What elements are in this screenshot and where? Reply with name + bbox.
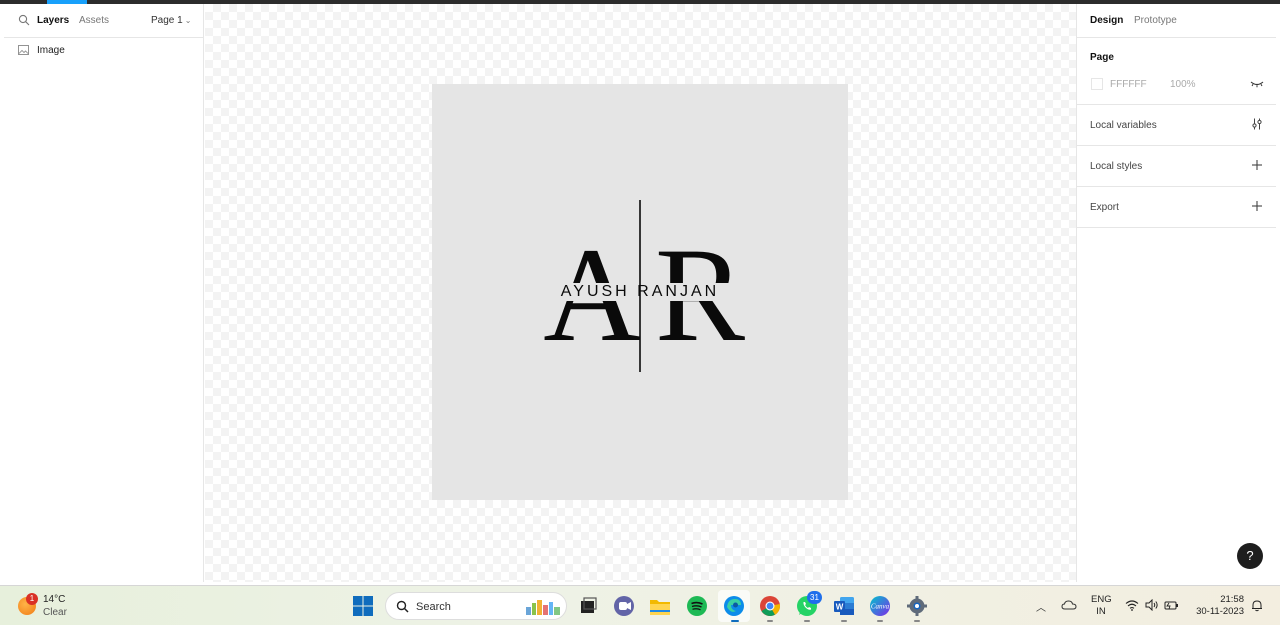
weather-badge: 1	[26, 593, 38, 605]
tab-prototype[interactable]: Prototype	[1134, 15, 1177, 26]
search-icon[interactable]	[18, 14, 30, 26]
weather-widget[interactable]: 1 14°C Clear	[16, 591, 86, 621]
layer-row-image[interactable]: Image	[4, 43, 203, 61]
taskbar-search[interactable]: Search	[385, 592, 567, 620]
weather-condition: Clear	[43, 607, 67, 618]
design-panel: Design Prototype Page FFFFFF 100% Local …	[1076, 4, 1276, 582]
page-color-opacity[interactable]: 100%	[1170, 79, 1196, 90]
help-button[interactable]: ?	[1237, 543, 1263, 569]
plus-icon[interactable]	[1251, 200, 1263, 212]
svg-text:W: W	[836, 603, 844, 612]
svg-text:Canva: Canva	[871, 603, 890, 611]
edge-browser-icon[interactable]	[722, 594, 746, 618]
chrome-icon[interactable]	[758, 594, 782, 618]
layers-panel-tabs: Layers Assets Page 1 ⌄	[4, 4, 203, 38]
language-line2: IN	[1096, 606, 1106, 617]
search-highlight-icon	[526, 600, 560, 615]
export-title: Export	[1090, 202, 1119, 213]
whatsapp-badge: 31	[807, 591, 822, 604]
page-selector[interactable]: Page 1 ⌄	[151, 15, 191, 26]
running-indicator	[841, 620, 847, 622]
sliders-icon[interactable]	[1251, 118, 1263, 130]
canvas[interactable]: A R AYUSH RANJAN	[205, 4, 1076, 582]
onedrive-cloud-icon[interactable]	[1061, 599, 1077, 610]
notification-bell-icon[interactable]	[1251, 599, 1263, 612]
running-indicator	[804, 620, 810, 622]
local-styles-section[interactable]: Local styles	[1077, 146, 1276, 187]
language-line1: ENG	[1091, 594, 1112, 605]
settings-gear-icon[interactable]	[905, 594, 929, 618]
page-color-swatch[interactable]	[1091, 78, 1103, 90]
design-panel-tabs: Design Prototype	[1077, 4, 1276, 38]
local-variables-section[interactable]: Local variables	[1077, 105, 1276, 146]
clock-time: 21:58	[1220, 594, 1244, 605]
search-label: Search	[416, 601, 451, 613]
tab-layers[interactable]: Layers	[37, 15, 69, 26]
page-color-hex[interactable]: FFFFFF	[1110, 79, 1147, 90]
volume-icon[interactable]	[1145, 599, 1159, 611]
layers-panel: Layers Assets Page 1 ⌄ Image	[4, 4, 204, 582]
language-indicator[interactable]: ENG IN	[1091, 594, 1112, 618]
spotify-icon[interactable]	[685, 594, 709, 618]
plus-icon[interactable]	[1251, 159, 1263, 171]
running-indicator	[767, 620, 773, 622]
logo-artwork: A R AYUSH RANJAN	[542, 200, 748, 372]
battery-icon[interactable]	[1164, 599, 1179, 611]
canva-icon[interactable]: Canva	[868, 594, 892, 618]
image-frame[interactable]: A R AYUSH RANJAN	[432, 84, 848, 500]
running-indicator	[914, 620, 920, 622]
page-section-title: Page	[1090, 52, 1114, 63]
word-icon[interactable]: W	[832, 594, 856, 618]
system-clock[interactable]: 21:58 30-11-2023	[1188, 594, 1244, 618]
tab-assets[interactable]: Assets	[79, 15, 109, 26]
page-selector-label: Page 1	[151, 15, 183, 26]
eye-closed-icon[interactable]	[1250, 79, 1264, 89]
windows-taskbar: 1 14°C Clear Search 31 W Canva ︿ ENG IN …	[0, 585, 1280, 625]
search-icon	[396, 600, 409, 613]
task-view-icon[interactable]	[576, 594, 600, 618]
windows-start-icon[interactable]	[351, 594, 375, 618]
logo-name-text: AYUSH RANJAN	[561, 283, 719, 300]
layer-label: Image	[37, 45, 65, 56]
image-icon	[18, 45, 29, 55]
local-styles-title: Local styles	[1090, 161, 1143, 172]
file-explorer-icon[interactable]	[648, 594, 672, 618]
local-variables-title: Local variables	[1090, 120, 1157, 131]
app-window: Layers Assets Page 1⌄ Image A R AYUSH RA…	[0, 0, 1280, 625]
tab-design[interactable]: Design	[1090, 15, 1123, 26]
page-section: Page FFFFFF 100%	[1077, 38, 1276, 105]
export-section[interactable]: Export	[1077, 187, 1276, 228]
chevron-up-icon[interactable]: ︿	[1036, 599, 1046, 614]
chevron-down-icon: ⌄	[184, 16, 192, 25]
active-app-indicator	[731, 620, 739, 622]
teams-chat-icon[interactable]	[612, 594, 636, 618]
weather-temp: 14°C	[43, 594, 66, 605]
clock-date: 30-11-2023	[1196, 606, 1244, 617]
running-indicator	[877, 620, 883, 622]
wifi-icon[interactable]	[1125, 599, 1139, 611]
